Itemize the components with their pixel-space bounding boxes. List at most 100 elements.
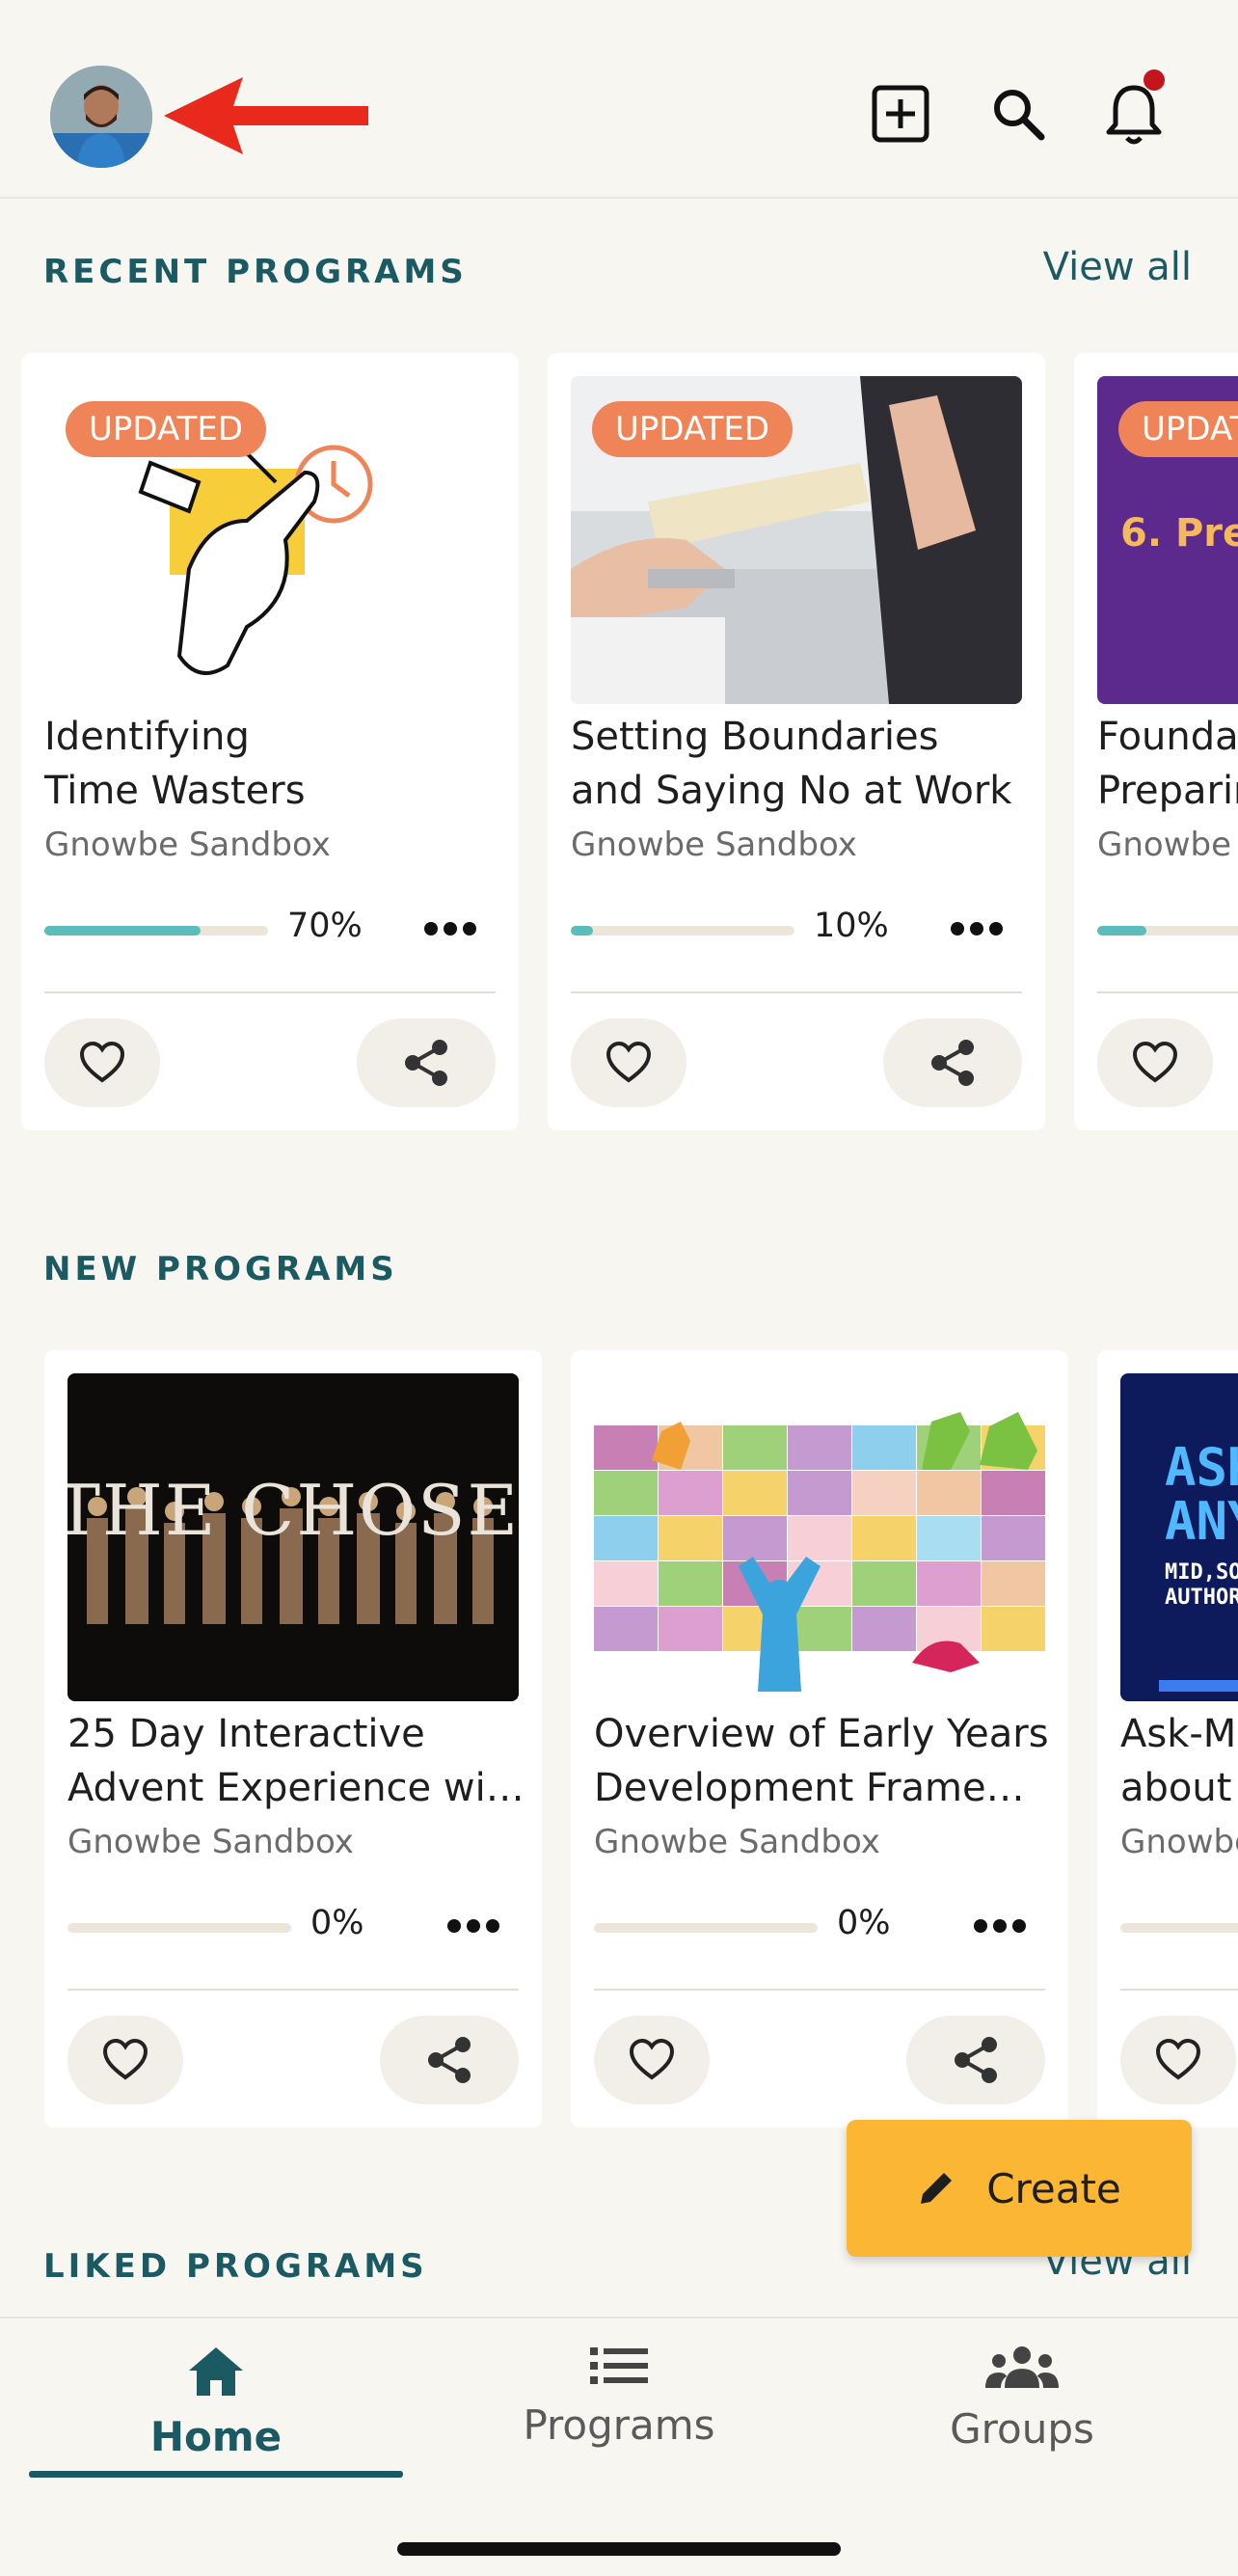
program-org: Gnowbe Sandbox [44,826,331,864]
share-icon [428,2037,471,2083]
program-title: Foundations Preparing [1097,715,1238,813]
share-button[interactable] [380,2016,519,2104]
like-button[interactable] [44,1018,160,1107]
share-icon [955,2037,997,2083]
program-card[interactable]: ASK ANY MID,SO AUTHOR Ask-Me about Gnowb… [1097,1350,1238,2128]
nav-home-label: Home [149,2413,283,2460]
program-org: Gnowbe Sandbox [1120,1823,1238,1861]
active-tab-indicator [29,2471,403,2478]
share-button[interactable] [357,1018,496,1107]
progress-fill [571,926,594,935]
progress-percent: 0% [310,1904,364,1942]
share-icon [931,1040,974,1086]
program-org: Gnowbe Sandbox [571,826,857,864]
updated-badge: UPDATED [1118,401,1238,457]
program-card[interactable]: UPDATED Setting Boundaries and Saying No… [548,353,1045,1130]
notifications-button[interactable] [1097,69,1171,150]
list-icon [590,2347,648,2384]
divider [571,991,1022,993]
bell-icon [1106,85,1162,145]
nav-groups[interactable]: Groups [839,2346,1205,2481]
thumbnail-subtext: MID,SO AUTHOR [1165,1560,1238,1610]
nav-groups-label: Groups [950,2405,1094,2453]
progress-fill [44,926,202,935]
profile-avatar[interactable] [50,66,152,168]
heart-icon [606,1042,652,1083]
more-horizontal-icon [974,1919,1026,1933]
nav-home[interactable]: Home [33,2346,399,2481]
updated-badge: UPDATED [592,401,794,457]
thumbnail-stripe [1159,1680,1238,1692]
progress-percent: 0% [837,1904,891,1942]
liked-programs-heading: LIKED PROGRAMS [43,2247,428,2286]
progress-bar [1120,1923,1238,1933]
progress-percent: 10% [814,907,889,945]
pencil-icon [921,2173,953,2204]
program-thumbnail: ASK ANY MID,SO AUTHOR [1120,1373,1238,1701]
add-program-button[interactable] [864,77,937,150]
groups-icon [985,2346,1059,2388]
create-button-label: Create [986,2164,1121,2212]
program-org: Gnowbe Sandbox [1097,826,1238,864]
recent-view-all-link[interactable]: View all [1043,245,1192,289]
pointer-arrow-icon [164,77,368,154]
program-org: Gnowbe Sandbox [594,1823,880,1861]
notification-dot [1144,69,1165,91]
program-title: 25 Day Interactive Advent Experience wi… [67,1712,525,1810]
progress-bar [594,1923,818,1933]
program-org: Gnowbe Sandbox [67,1823,354,1861]
share-icon [405,1040,447,1086]
add-icon [872,85,929,143]
heart-icon [102,2039,148,2080]
new-programs-row[interactable]: THE CHOSEN 25 Day Interactive Advent Exp… [0,1350,1238,2141]
recent-programs-heading: RECENT PROGRAMS [43,253,468,291]
top-app-bar [0,0,1238,199]
divider [67,1989,519,1991]
program-title: Ask-Me about [1120,1712,1238,1810]
program-title: Identifying Time Wasters [44,715,306,813]
program-card[interactable]: THE CHOSEN 25 Day Interactive Advent Exp… [44,1350,542,2128]
more-horizontal-icon [424,922,476,935]
updated-badge: UPDATED [66,401,267,457]
share-button[interactable] [883,1018,1022,1107]
program-card[interactable]: UPDATED Identifying Time Wasters Gnowbe … [21,353,519,1130]
progress-percent: 70% [287,907,363,945]
like-button[interactable] [594,2016,710,2104]
program-title: Setting Boundaries and Saying No at Work [571,715,1012,813]
thumbnail-text: 6. Prep [1120,511,1238,556]
program-title: Overview of Early Years Development Fram… [594,1712,1049,1810]
home-icon [189,2347,243,2396]
like-button[interactable] [1097,1018,1213,1107]
more-options-button[interactable] [956,1902,1043,1950]
more-horizontal-icon [951,922,1003,935]
program-card[interactable]: 6. Prep UPDATED Foundations Preparing Gn… [1074,353,1238,1130]
home-indicator [397,2542,841,2556]
program-thumbnail [594,1373,1045,1701]
more-options-button[interactable] [933,905,1020,953]
thumbnail-text: THE CHOSEN [67,1470,519,1551]
heart-icon [1132,1042,1178,1083]
like-button[interactable] [571,1018,686,1107]
nav-programs[interactable]: Programs [436,2346,802,2481]
program-card[interactable]: Overview of Early Years Development Fram… [571,1350,1068,2128]
like-button[interactable] [1120,2016,1236,2104]
create-button[interactable]: Create [847,2120,1192,2257]
progress-bar [1097,926,1238,935]
divider [44,991,496,993]
like-button[interactable] [67,2016,183,2104]
recent-programs-row[interactable]: UPDATED Identifying Time Wasters Gnowbe … [0,353,1238,1144]
nav-programs-label: Programs [523,2401,715,2449]
share-button[interactable] [906,2016,1045,2104]
more-horizontal-icon [447,1919,499,1933]
progress-fill [1097,926,1147,935]
more-options-button[interactable] [430,1902,517,1950]
program-thumbnail: THE CHOSEN [67,1373,519,1701]
search-icon [994,90,1045,141]
heart-icon [629,2039,675,2080]
divider [1097,991,1238,993]
more-options-button[interactable] [407,905,494,953]
thumbnail-text: ASK ANY [1165,1437,1238,1552]
progress-bar [571,926,794,935]
heart-icon [79,1042,125,1083]
search-button[interactable] [982,77,1055,150]
